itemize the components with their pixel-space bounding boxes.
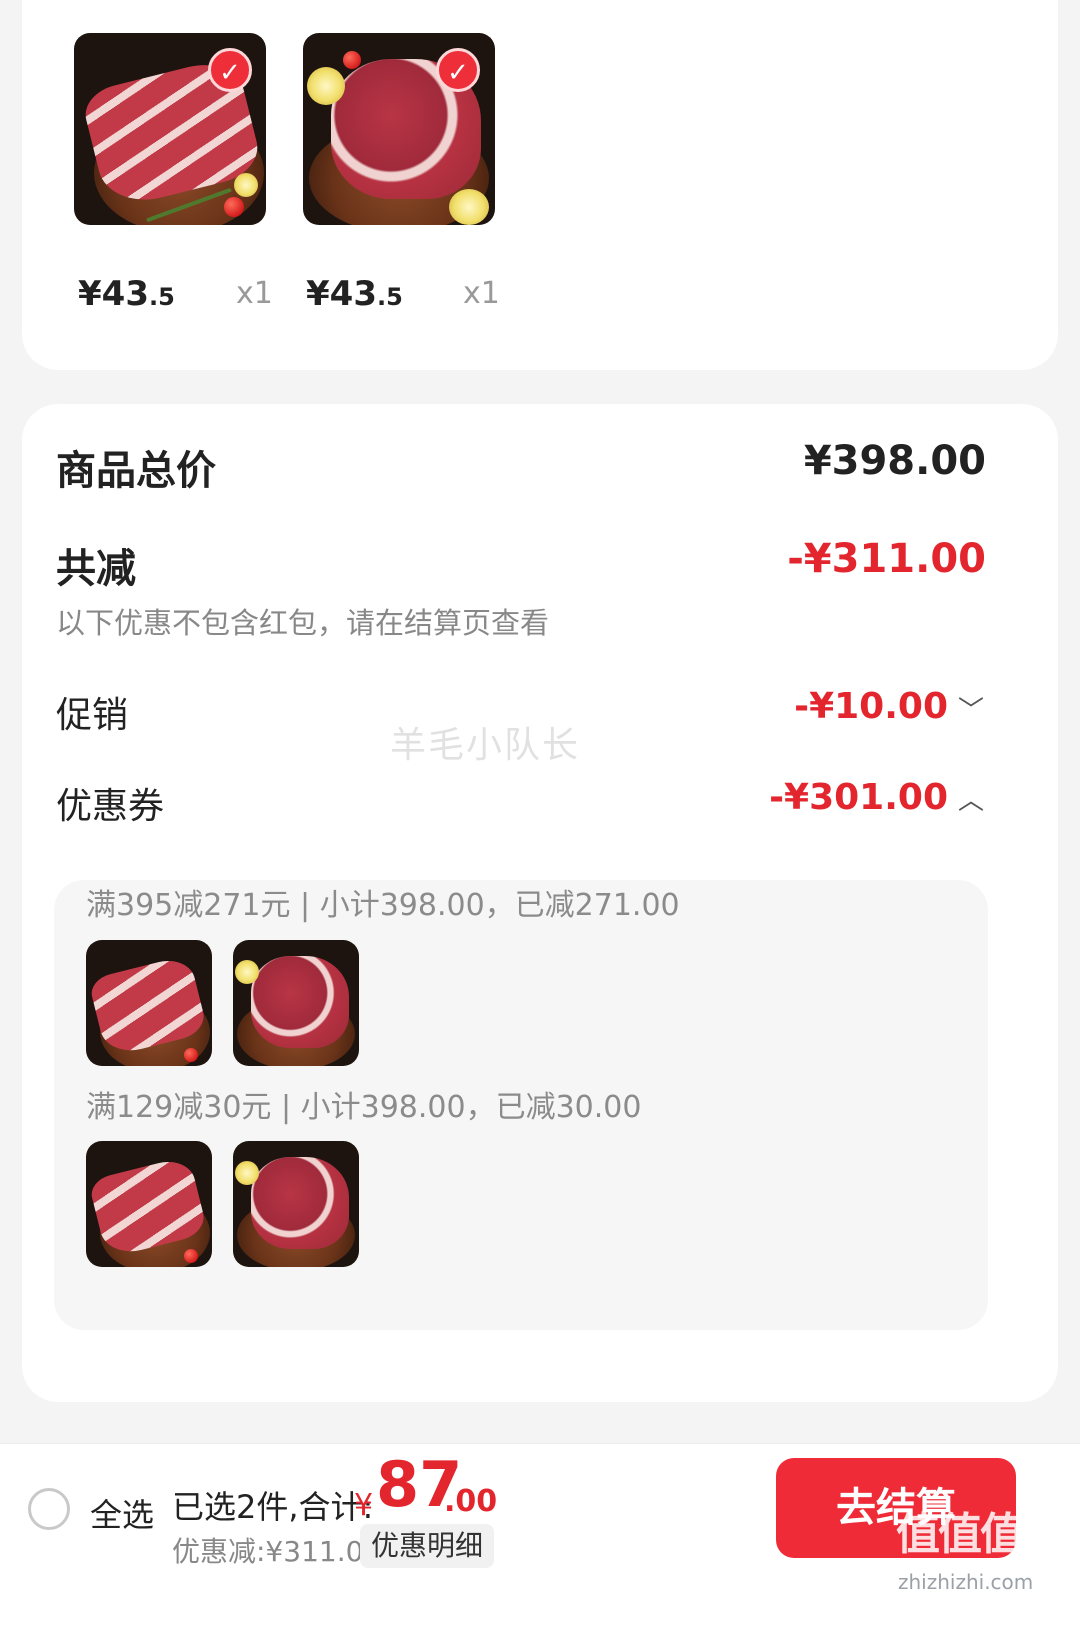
discount-detail-button[interactable]: 优惠明细 (360, 1524, 494, 1568)
coupon-value[interactable]: -¥301.00 (769, 777, 948, 818)
chevron-up-icon[interactable]: ︿ (958, 780, 984, 817)
lemon-shape (449, 189, 489, 225)
lemon-shape (235, 1161, 259, 1185)
reduce-label: 共减 (56, 546, 136, 592)
site-logo-url: zhizhizhi.com (898, 1570, 1034, 1594)
select-all-label[interactable]: 全选 (90, 1490, 154, 1536)
lemon-shape (234, 173, 258, 197)
total-label: 商品总价 (56, 448, 216, 494)
tomato-shape (224, 197, 244, 217)
item-qty-2: x1 (463, 276, 500, 311)
reduce-value: -¥311.00 (787, 536, 986, 582)
tomato-shape (184, 1048, 198, 1062)
lemon-shape (235, 960, 259, 984)
item-price-1: ¥43.5 (78, 274, 175, 314)
tomato-shape (343, 51, 361, 69)
meat-image (251, 956, 349, 1048)
total-amount-decimal: .00 (444, 1484, 498, 1519)
check-icon[interactable]: ✓ (208, 48, 252, 92)
discount-text: 优惠减:¥311.00 (172, 1535, 382, 1568)
coupon-rule-1: 满395减271元 | 小计398.00，已减271.00 (86, 888, 680, 923)
check-icon[interactable]: ✓ (436, 48, 480, 92)
lemon-shape (307, 67, 345, 105)
promo-value[interactable]: -¥10.00 (794, 686, 948, 727)
watermark: 羊毛小队长 (390, 725, 581, 766)
promo-label: 促销 (56, 695, 129, 736)
coupon-thumb (233, 940, 359, 1066)
selected-total-label: 已选2件,合计: (172, 1488, 374, 1526)
total-value: ¥398.00 (803, 438, 986, 484)
coupon-thumb (86, 1141, 212, 1267)
tomato-shape (184, 1249, 198, 1263)
coupon-thumb (86, 940, 212, 1066)
total-currency: ¥ (354, 1488, 374, 1523)
meat-image (251, 1157, 349, 1249)
item-qty-1: x1 (236, 276, 273, 311)
item-price-2: ¥43.5 (306, 274, 403, 314)
reduce-note: 以下优惠不包含红包，请在结算页查看 (56, 606, 550, 640)
coupon-label: 优惠券 (56, 786, 165, 827)
site-logo: 值值值 (896, 1509, 1024, 1560)
coupon-rule-2: 满129减30元 | 小计398.00，已减30.00 (86, 1090, 642, 1125)
chevron-down-icon[interactable]: ﹀ (958, 690, 984, 727)
radio-icon[interactable] (28, 1488, 70, 1530)
coupon-thumb (233, 1141, 359, 1267)
